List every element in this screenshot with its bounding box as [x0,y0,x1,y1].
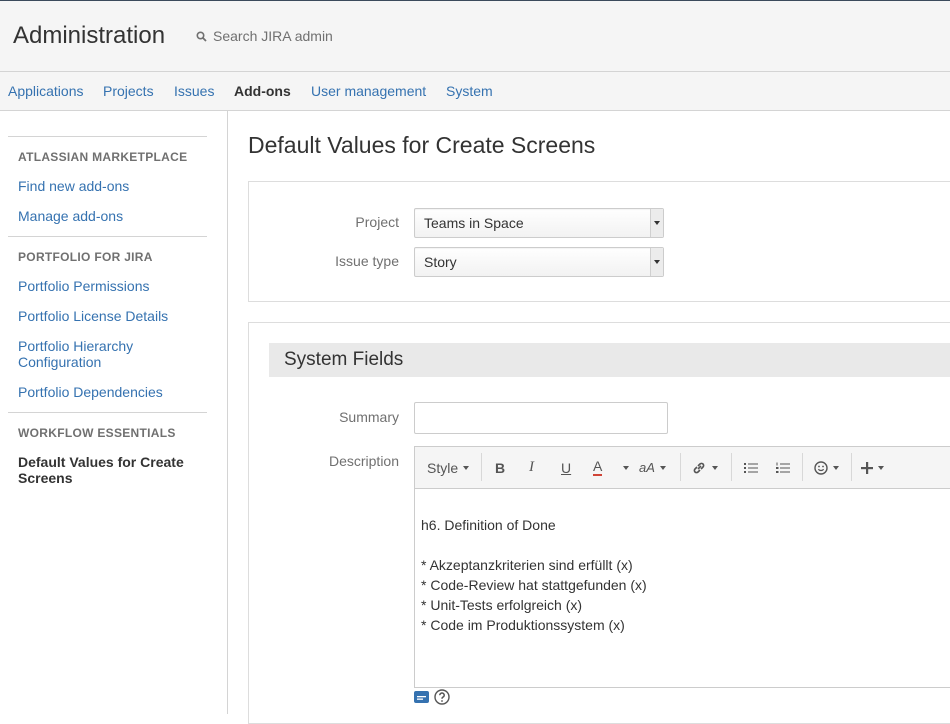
description-line [421,535,647,555]
chevron-down-icon [463,465,470,470]
issue-type-select-value: Story [424,254,457,270]
toolbar-divider [481,453,482,481]
emoticon-dropdown[interactable] [814,447,839,488]
description-line: h6. Definition of Done [421,517,556,533]
text-color-button[interactable]: A [593,447,603,488]
nav-applications[interactable]: Applications [8,83,84,99]
toolbar-divider [680,453,681,481]
sidebar: ATLASSIAN MARKETPLACE Find new add-ons M… [0,111,228,714]
issue-type-select[interactable]: Story [414,247,664,277]
chevron-down-icon [833,465,839,470]
plus-icon [861,461,873,474]
search-placeholder: Search JIRA admin [213,28,333,44]
underline-button[interactable]: U [561,447,571,488]
style-label: Style [427,459,459,476]
search-icon [196,30,207,42]
project-label: Project [355,214,399,230]
project-select-value: Teams in Space [424,215,524,231]
link-dropdown[interactable] [691,447,718,488]
toolbar-divider [802,453,803,481]
admin-nav: Applications Projects Issues Add-ons Use… [0,72,950,111]
admin-search[interactable]: Search JIRA admin [196,28,333,44]
italic-button[interactable]: I [529,447,534,488]
text-color-icon: A [593,458,603,476]
admin-title: Administration [13,22,166,49]
sidebar-link-default-values[interactable]: Default Values for Create Screens [18,454,208,486]
bullet-list-button[interactable] [744,447,758,488]
description-label: Description [328,453,399,469]
summary-label: Summary [339,409,399,425]
text-size-icon: aA [639,460,655,475]
sidebar-link-portfolio-permissions[interactable]: Portfolio Permissions [18,278,208,294]
numbered-list-icon [776,462,790,473]
sidebar-link-portfolio-license[interactable]: Portfolio License Details [18,308,208,324]
chevron-down-icon [712,465,718,470]
description-text[interactable]: h6. Definition of Done * Akzeptanzkriter… [421,515,647,635]
editor-toolbar: Style B I U A aA [415,447,950,489]
page-title: Default Values for Create Screens [248,132,596,158]
summary-input[interactable] [414,402,668,434]
sidebar-heading-portfolio: PORTFOLIO FOR JIRA [18,250,153,264]
chevron-down-icon [623,465,629,470]
description-line: * Unit-Tests erfolgreich (x) [421,597,583,613]
sidebar-link-portfolio-hierarchy[interactable]: Portfolio Hierarchy Configuration [18,338,208,370]
bullet-list-icon [744,462,758,473]
chevron-down-icon [878,465,884,470]
insert-dropdown[interactable] [861,447,884,488]
numbered-list-button[interactable] [776,447,790,488]
style-dropdown[interactable]: Style [427,447,470,488]
nav-system[interactable]: System [446,83,493,99]
selection-panel [248,181,950,302]
chevron-down-icon [659,465,666,470]
sidebar-heading-marketplace: ATLASSIAN MARKETPLACE [18,150,188,164]
sidebar-link-portfolio-dependencies[interactable]: Portfolio Dependencies [18,384,208,400]
admin-header: Administration Search JIRA admin [0,1,950,72]
nav-projects[interactable]: Projects [103,83,154,99]
wiki-markup-icon[interactable] [414,691,429,703]
description-editor[interactable]: Style B I U A aA h6. Definition of Done … [414,446,950,688]
sidebar-divider [8,236,207,237]
chevron-down-icon [650,209,663,237]
text-size-dropdown[interactable]: aA [639,447,666,488]
issue-type-label: Issue type [335,253,399,269]
chevron-down-icon [650,248,663,276]
nav-issues[interactable]: Issues [174,83,214,99]
sidebar-heading-workflow: WORKFLOW ESSENTIALS [18,426,176,440]
emoticon-icon [814,460,828,475]
sidebar-link-find-add-ons[interactable]: Find new add-ons [18,178,208,194]
description-line: * Code-Review hat stattgefunden (x) [421,577,647,593]
nav-user-management[interactable]: User management [311,83,426,99]
nav-add-ons[interactable]: Add-ons [234,83,291,99]
toolbar-divider [731,453,732,481]
section-title: System Fields [284,349,404,370]
text-color-dropdown[interactable] [618,447,629,488]
help-icon[interactable] [434,689,450,705]
section-header: System Fields [269,343,950,377]
editor-footer [414,689,450,705]
sidebar-link-manage-add-ons[interactable]: Manage add-ons [18,208,208,224]
link-icon [693,462,705,473]
sidebar-divider [8,412,207,413]
project-select[interactable]: Teams in Space [414,208,664,238]
toolbar-divider [851,453,852,481]
sidebar-divider [8,136,207,137]
description-line: * Akzeptanzkriterien sind erfüllt (x) [421,557,633,573]
description-line: * Code im Produktionssystem (x) [421,617,625,633]
bold-button[interactable]: B [495,447,505,488]
